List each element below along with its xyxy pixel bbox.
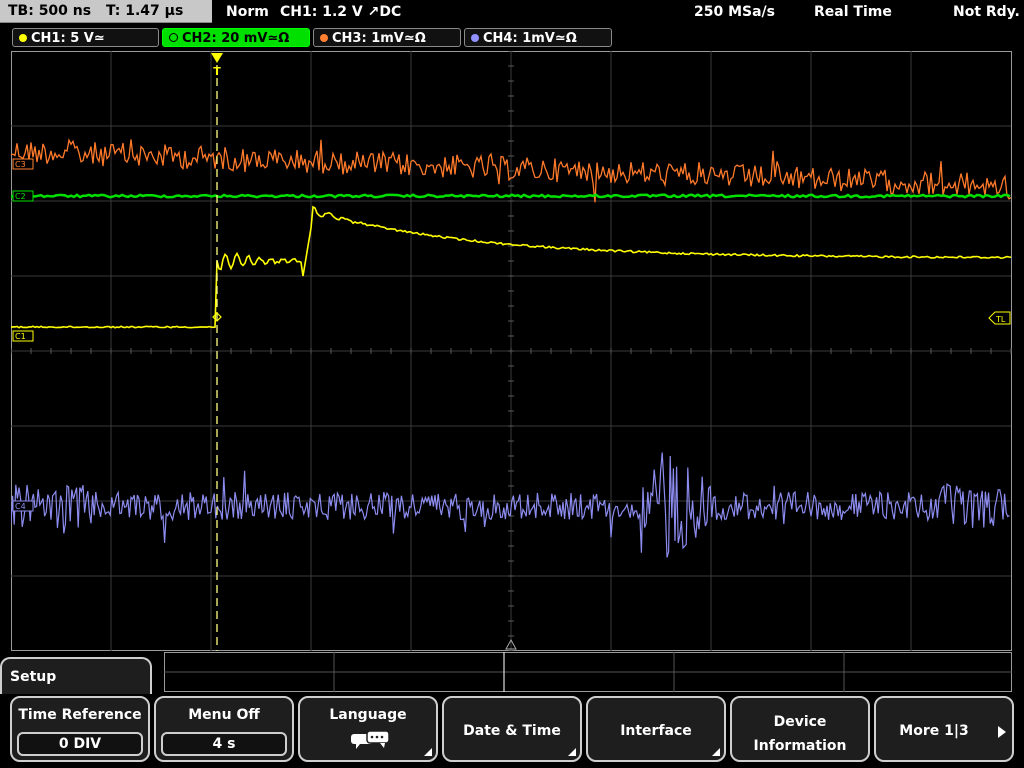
ch4-offset-marker[interactable]: C4 [12, 500, 34, 512]
date-time-label: Date & Time [463, 723, 561, 739]
time-reference-softkey[interactable]: Time Reference 0 DIV [10, 696, 150, 762]
trigger-status: Not Rdy. [953, 4, 1020, 20]
ch3-offset-marker[interactable]: C3 [12, 158, 34, 170]
menu-off-value: 4 s [161, 732, 287, 756]
trigger-position-label: T [213, 65, 221, 78]
ch1-color-dot [19, 34, 27, 42]
record-overview[interactable] [164, 652, 1012, 692]
more-label: More 1|3 [899, 723, 969, 739]
ch4-marker-label: C4 [15, 502, 26, 511]
ch1-label: CH1: 5 V≃ [31, 31, 105, 46]
timebase-value: TB: 500 ns [8, 3, 92, 19]
timebase-box[interactable]: TB: 500 ns T: 1.47 µs [0, 0, 212, 23]
time-reference-label: Time Reference [18, 707, 142, 723]
interface-label: Interface [620, 723, 692, 739]
menu-title-tab: Setup [0, 657, 152, 697]
ch2-offset-marker[interactable]: C2 [12, 190, 34, 202]
trigger-time-value: T: 1.47 µs [105, 3, 184, 19]
menu-off-label: Menu Off [188, 707, 260, 723]
submenu-corner-icon [424, 748, 432, 756]
channel-tab-ch2[interactable]: CH2: 20 mV≃Ω [162, 28, 310, 47]
menu-off-softkey[interactable]: Menu Off 4 s [154, 696, 294, 762]
ch3-color-dot [320, 34, 328, 42]
channel-tab-ch1[interactable]: CH1: 5 V≃ [12, 28, 159, 47]
language-softkey[interactable]: Language [298, 696, 438, 762]
more-softkey[interactable]: More 1|3 [874, 696, 1014, 762]
next-page-arrow-icon [998, 726, 1006, 738]
ch3-marker-label: C3 [15, 160, 26, 169]
trigger-settings[interactable]: CH1: 1.2 V ↗DC [280, 2, 401, 22]
channel-tab-ch3[interactable]: CH3: 1mV≃Ω [313, 28, 461, 47]
ch4-label: CH4: 1mV≃Ω [483, 31, 577, 46]
interface-softkey[interactable]: Interface [586, 696, 726, 762]
device-info-label-2: Information [753, 738, 847, 754]
ch3-label: CH3: 1mV≃Ω [332, 31, 426, 46]
waveform-display[interactable]: T C3 C2 C1 C4 TL [11, 51, 1012, 651]
channel-tabs: CH1: 5 V≃ CH2: 20 mV≃Ω CH3: 1mV≃Ω CH4: 1… [0, 25, 1024, 49]
trigger-level-label: TL [995, 315, 1006, 324]
softkey-bar: Time Reference 0 DIV Menu Off 4 s Langua… [0, 694, 1024, 768]
speech-bubbles-icon [351, 730, 390, 749]
submenu-corner-icon [568, 748, 576, 756]
device-information-softkey[interactable]: Device Information [730, 696, 870, 762]
ch1-marker-label: C1 [15, 332, 26, 341]
trigger-mode[interactable]: Norm [226, 2, 269, 22]
ch2-marker-label: C2 [15, 192, 26, 201]
submenu-corner-icon [712, 748, 720, 756]
ch2-color-dot [169, 33, 178, 42]
ch4-color-dot [471, 34, 479, 42]
status-bar: TB: 500 ns T: 1.47 µs Norm CH1: 1.2 V ↗D… [0, 0, 1024, 24]
sample-rate: 250 MSa/s [694, 4, 776, 20]
acquisition-mode: Real Time [814, 4, 892, 20]
menu-title: Setup [10, 669, 57, 685]
ch2-label: CH2: 20 mV≃Ω [182, 31, 290, 46]
time-reference-value: 0 DIV [17, 732, 143, 756]
language-label: Language [329, 707, 407, 723]
ch1-offset-marker[interactable]: C1 [12, 330, 34, 342]
date-time-softkey[interactable]: Date & Time [442, 696, 582, 762]
channel-tab-ch4[interactable]: CH4: 1mV≃Ω [464, 28, 612, 47]
device-info-label-1: Device [773, 714, 827, 730]
